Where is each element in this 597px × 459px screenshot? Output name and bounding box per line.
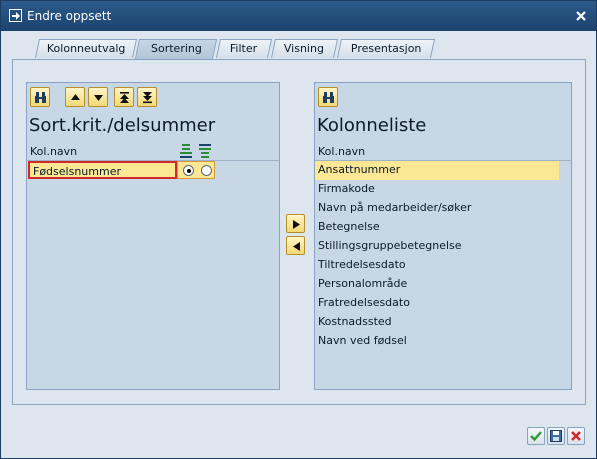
move-left-icon [293,242,300,251]
save-icon [550,430,562,442]
list-item[interactable]: Tiltredelsesdato [315,256,559,275]
list-item[interactable]: Firmakode [315,180,559,199]
move-right-icon [293,220,300,229]
column-list-title: Kolonneliste [317,115,427,136]
binoculars-icon [35,92,46,103]
list-item[interactable]: Navn på medarbeider/søker [315,199,559,218]
add-to-sort-button[interactable] [286,214,305,233]
tab-sortering[interactable]: Sortering [134,39,218,59]
column-list: Ansattnummer Firmakode Navn på medarbeid… [315,161,571,355]
window-icon [9,9,22,22]
checkmark-icon [530,431,542,442]
sort-row-name: Fødselsnummer [33,165,121,178]
tab-filter[interactable]: Filter [215,39,273,58]
window-title: Endre oppsett [27,9,112,23]
column-list-panel: Kolonneliste Kol.navn Ansattnummer Firma… [314,82,572,390]
move-bottom-button[interactable] [137,87,157,107]
find-button[interactable] [30,87,50,107]
list-item[interactable]: Kostnadssted [315,313,559,332]
list-item[interactable]: Personalområde [315,275,559,294]
sort-ascending-icon [180,144,192,158]
descending-radio[interactable] [201,165,212,176]
cancel-button[interactable] [567,427,585,445]
sort-criteria-title: Sort.krit./delsummer [29,115,216,136]
close-icon[interactable] [574,9,588,23]
tab-presentasjon[interactable]: Presentasjon [336,39,436,58]
column-name-header: Kol.navn [318,145,366,158]
list-item[interactable]: Fratredelsesdato [315,294,559,313]
list-item[interactable]: Ansattnummer [315,161,559,180]
list-item[interactable]: Stillingsgruppebetegnelse [315,237,559,256]
list-item[interactable]: Betegnelse [315,218,559,237]
sort-criteria-panel: Sort.krit./delsummer Kol.navn Fødselsnum… [26,82,280,390]
move-down-button[interactable] [88,87,108,107]
confirm-button[interactable] [527,427,545,445]
ascending-radio[interactable] [183,165,194,176]
sort-descending-icon [199,144,211,158]
list-item[interactable]: Navn ved fødsel [315,332,559,351]
cancel-icon [571,431,581,441]
arrow-top-icon [120,92,129,103]
title-bar: Endre oppsett [1,1,596,31]
save-button[interactable] [547,427,565,445]
move-up-button[interactable] [65,87,85,107]
sort-row[interactable]: Fødselsnummer [28,161,177,179]
binoculars-icon [323,92,334,103]
column-find-button[interactable] [318,87,338,107]
arrow-bottom-icon [143,92,152,104]
column-name-header: Kol.navn [30,145,78,158]
tab-visning[interactable]: Visning [270,39,339,58]
tab-panel-sortering: Sort.krit./delsummer Kol.navn Fødselsnum… [12,59,586,405]
arrow-down-icon [94,95,103,101]
column-list-header: Kol.navn [315,143,571,161]
dialog-window: Endre oppsett Kolonneutvalg Sortering Fi… [0,0,597,459]
arrow-up-icon [71,94,80,100]
sort-column-header: Kol.navn [27,143,279,161]
remove-from-sort-button[interactable] [286,236,305,255]
tab-kolonneutvalg[interactable]: Kolonneutvalg [34,39,138,58]
tab-strip: Kolonneutvalg Sortering Filter Visning P… [1,39,596,59]
move-top-button[interactable] [114,87,134,107]
